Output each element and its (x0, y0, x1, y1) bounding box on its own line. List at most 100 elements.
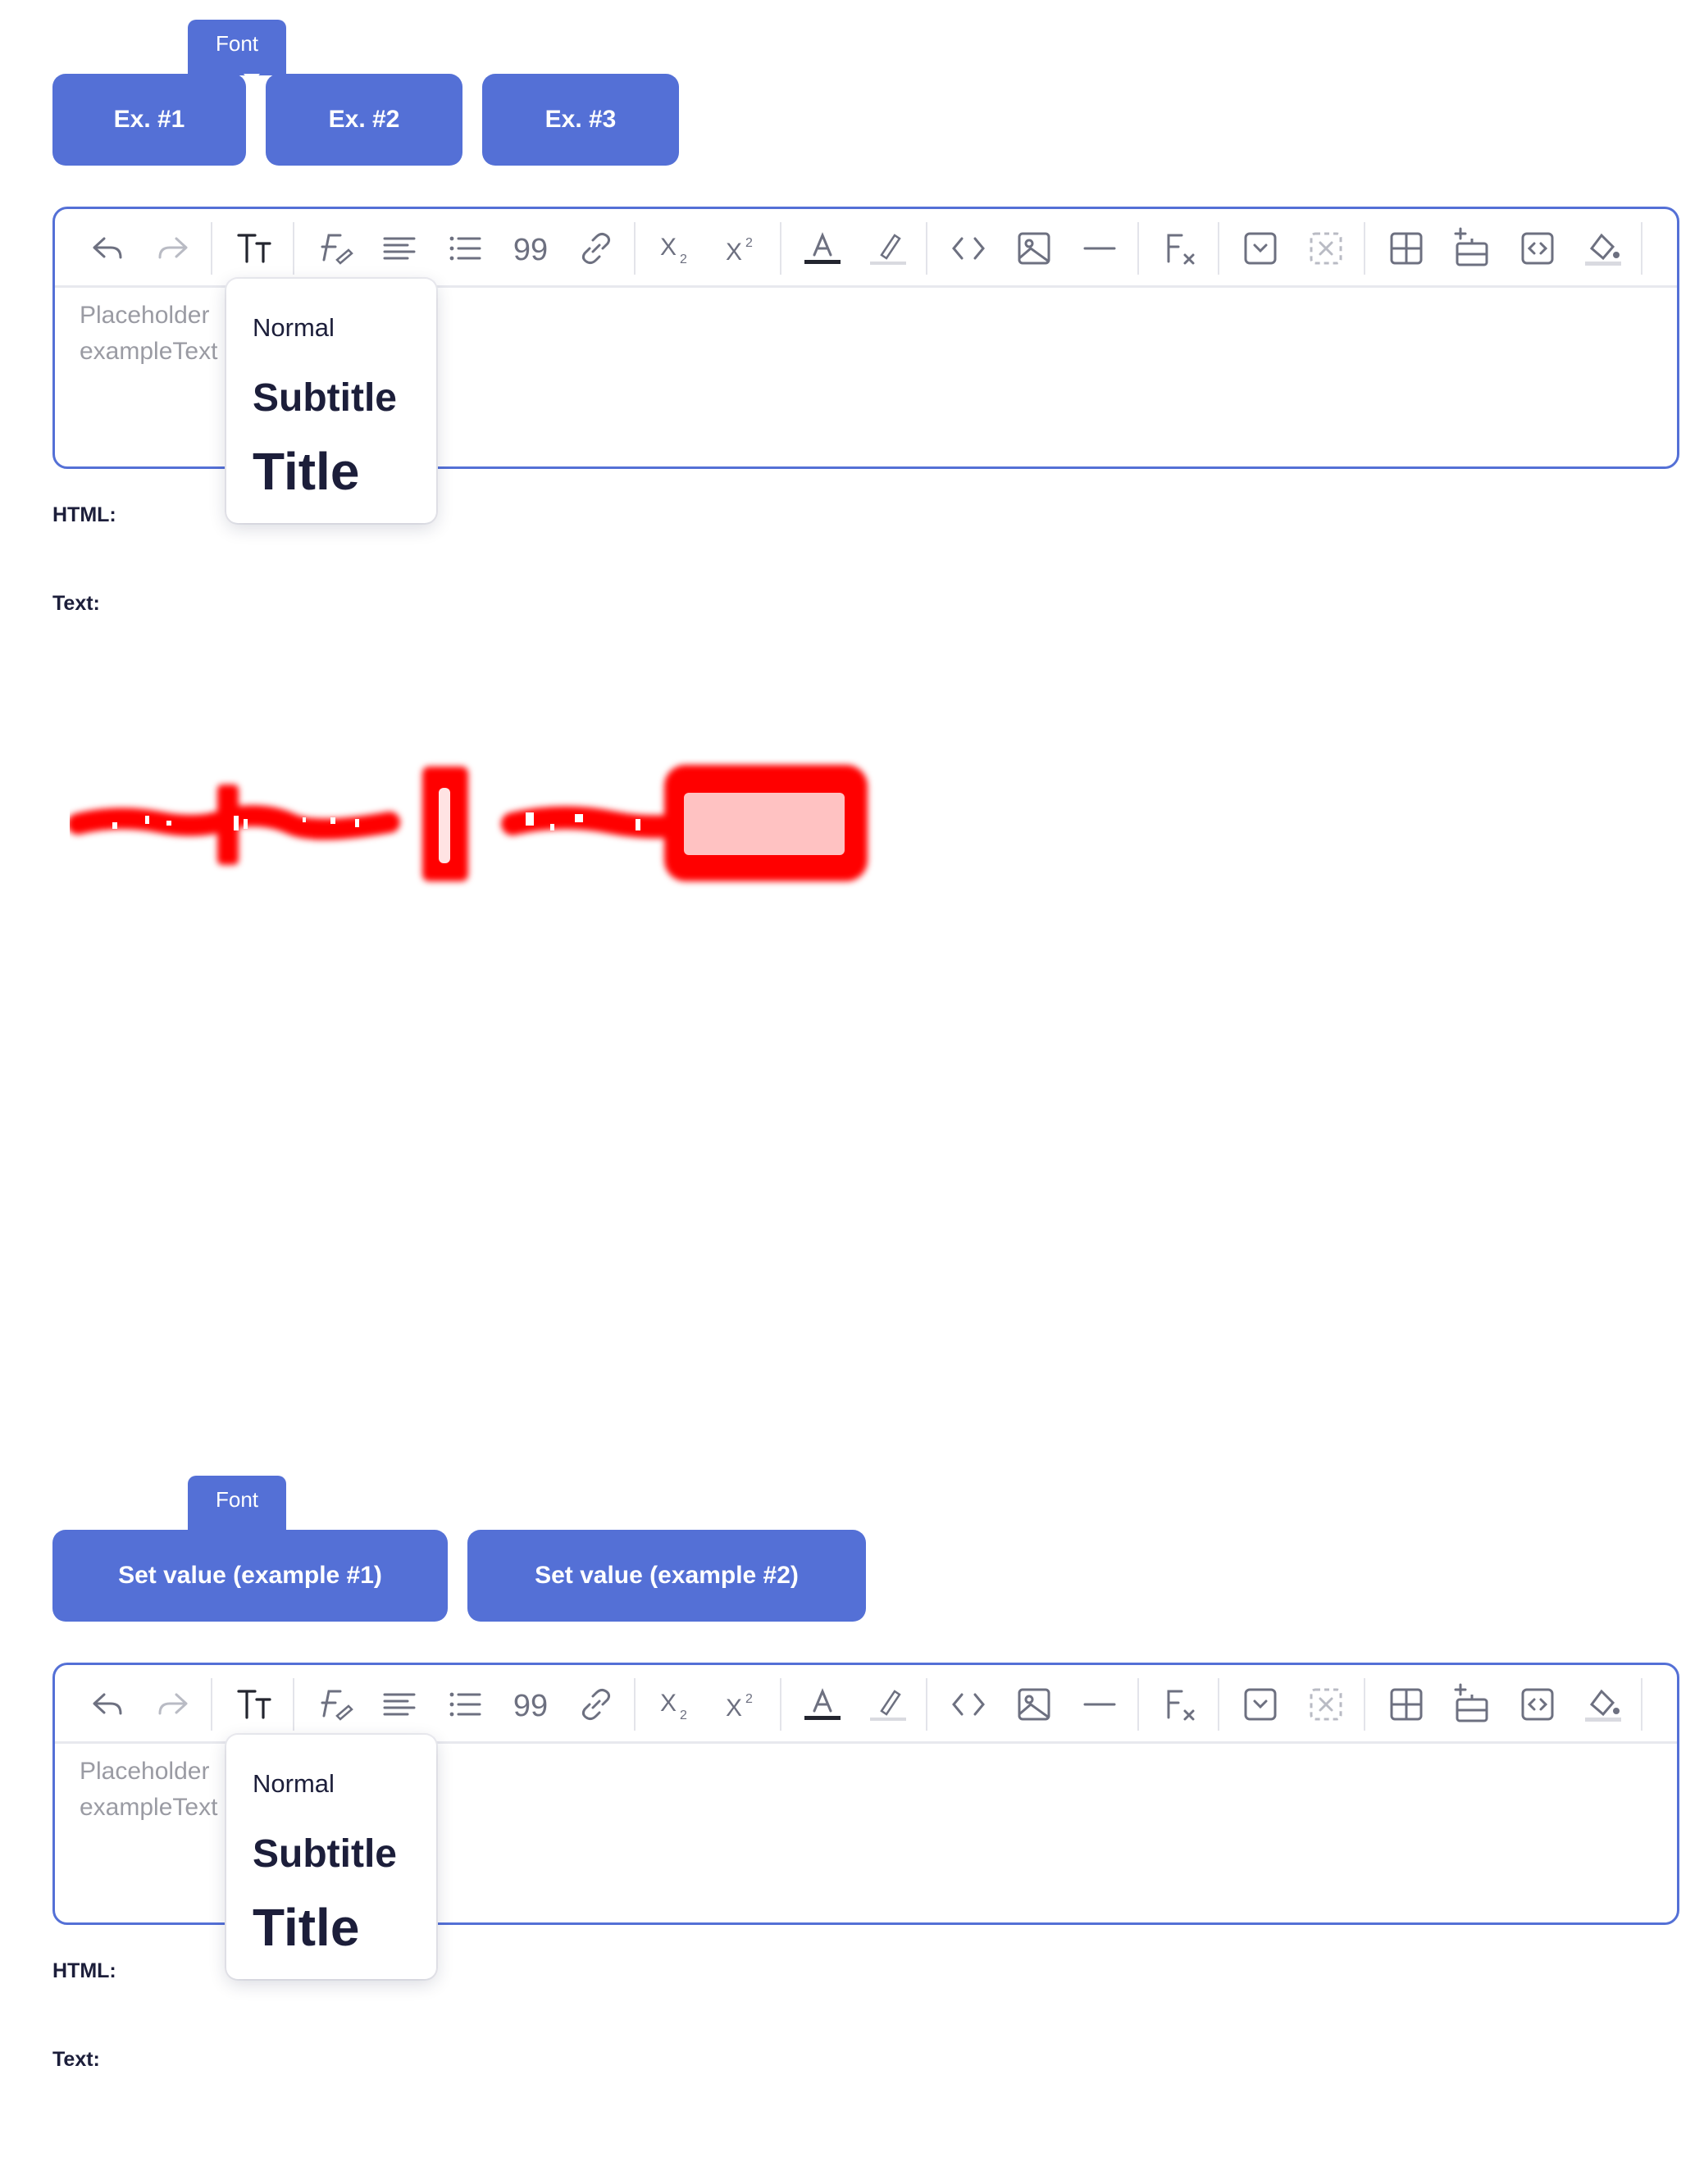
code-icon (952, 237, 985, 260)
insert-row-button[interactable] (1447, 224, 1497, 273)
link-button[interactable] (572, 1680, 621, 1729)
font-option-subtitle[interactable]: Subtitle (253, 375, 397, 421)
toolbar-divider (1137, 1678, 1139, 1731)
code-icon (952, 1693, 985, 1716)
clear-format-icon (1167, 234, 1195, 265)
undo-icon (93, 1693, 122, 1715)
image-button[interactable] (1009, 224, 1059, 273)
svg-text:X: X (726, 1695, 742, 1722)
example-2-button[interactable]: Ex. #2 (266, 74, 462, 166)
example-1-button[interactable]: Ex. #1 (52, 74, 246, 166)
svg-text:X: X (726, 239, 742, 266)
undo-button[interactable] (83, 1680, 132, 1729)
set-value-example-1-button[interactable]: Set value (example #1) (52, 1530, 448, 1622)
insert-row-icon (1454, 1683, 1488, 1722)
blockquote-icon: 99 (513, 1689, 548, 1723)
toolbar-divider (1218, 222, 1219, 275)
superscript-icon: X2 (726, 1692, 753, 1722)
subscript-icon: X2 (660, 234, 687, 266)
text-color-icon (804, 1688, 841, 1720)
clear-format-button[interactable] (1155, 224, 1205, 273)
font-option-title[interactable]: Title (253, 441, 359, 502)
svg-text:X: X (660, 234, 677, 261)
redo-icon (158, 1693, 188, 1715)
horizontal-rule-button[interactable] (1075, 1680, 1124, 1729)
text-color-button[interactable] (798, 1680, 847, 1729)
undo-button[interactable] (83, 224, 132, 273)
table-button[interactable] (1382, 1680, 1431, 1729)
embed-button[interactable] (1513, 1680, 1562, 1729)
superscript-button[interactable]: X2 (718, 1680, 767, 1729)
font-option-normal[interactable]: Normal (253, 313, 335, 343)
font-option-title[interactable]: Title (253, 1897, 359, 1958)
align-button[interactable] (375, 224, 424, 273)
clear-format-button[interactable] (1155, 1680, 1205, 1729)
superscript-button[interactable]: X2 (718, 224, 767, 273)
fill-color-button[interactable] (1579, 1680, 1628, 1729)
highlight-button[interactable] (863, 1680, 913, 1729)
placeholder-box-button[interactable] (1301, 224, 1351, 273)
editor-toolbar: 99 X 2 X 2 (55, 1665, 1677, 1744)
image-icon (1018, 232, 1050, 265)
text-color-button[interactable] (798, 224, 847, 273)
font-option-normal[interactable]: Normal (253, 1769, 335, 1799)
font-style-button[interactable] (309, 1680, 358, 1729)
list-button[interactable] (440, 224, 490, 273)
highlight-icon (870, 1690, 906, 1721)
text-output-label: Text: (52, 2048, 100, 2071)
toolbar-divider (1641, 1678, 1642, 1731)
redo-button[interactable] (148, 224, 198, 273)
fill-color-icon (1585, 233, 1621, 266)
redo-button[interactable] (148, 1680, 198, 1729)
link-icon (581, 232, 611, 265)
subscript-button[interactable]: X2 (652, 224, 701, 273)
image-icon (1018, 1688, 1050, 1721)
fill-color-icon (1585, 1689, 1621, 1722)
font-style-button[interactable] (309, 224, 358, 273)
font-size-dropdown: Normal Subtitle Title (226, 279, 436, 523)
font-option-subtitle[interactable]: Subtitle (253, 1831, 397, 1877)
toolbar-divider (293, 1678, 294, 1731)
list-icon (449, 1692, 481, 1717)
svg-text:X: X (660, 1690, 677, 1717)
placeholder-box-button[interactable] (1301, 1680, 1351, 1729)
fill-color-button[interactable] (1579, 224, 1628, 273)
align-icon (383, 237, 416, 260)
insert-row-button[interactable] (1447, 1680, 1497, 1729)
font-size-dropdown: Normal Subtitle Title (226, 1735, 436, 1979)
highlight-button[interactable] (863, 224, 913, 273)
link-button[interactable] (572, 224, 621, 273)
code-button[interactable] (944, 1680, 993, 1729)
embed-button[interactable] (1513, 224, 1562, 273)
font-tooltip: Font (188, 1476, 286, 1531)
checkbox-icon (1244, 1688, 1277, 1721)
image-button[interactable] (1009, 1680, 1059, 1729)
html-output-label: HTML: (52, 503, 116, 526)
blockquote-button[interactable]: 99 (506, 1680, 555, 1729)
font-size-button[interactable] (230, 1680, 280, 1729)
horizontal-rule-icon (1083, 1703, 1116, 1706)
svg-text:2: 2 (680, 1709, 687, 1722)
font-style-icon (321, 1690, 353, 1721)
align-icon (383, 1693, 416, 1716)
font-size-button[interactable] (230, 224, 280, 273)
checkbox-icon (1244, 232, 1277, 265)
toolbar-divider (634, 1678, 636, 1731)
table-button[interactable] (1382, 224, 1431, 273)
align-button[interactable] (375, 1680, 424, 1729)
checkbox-button[interactable] (1236, 224, 1285, 273)
list-button[interactable] (440, 1680, 490, 1729)
svg-text:2: 2 (680, 253, 687, 266)
code-button[interactable] (944, 224, 993, 273)
blockquote-button[interactable]: 99 (506, 224, 555, 273)
set-value-example-2-button[interactable]: Set value (example #2) (467, 1530, 866, 1622)
font-size-icon (237, 234, 271, 263)
toolbar-divider (926, 222, 927, 275)
subscript-button[interactable]: X2 (652, 1680, 701, 1729)
horizontal-rule-button[interactable] (1075, 224, 1124, 273)
checkbox-button[interactable] (1236, 1680, 1285, 1729)
svg-text:99: 99 (513, 233, 548, 267)
example-3-button[interactable]: Ex. #3 (482, 74, 679, 166)
toolbar-divider (211, 1678, 212, 1731)
font-size-icon (237, 1690, 271, 1719)
